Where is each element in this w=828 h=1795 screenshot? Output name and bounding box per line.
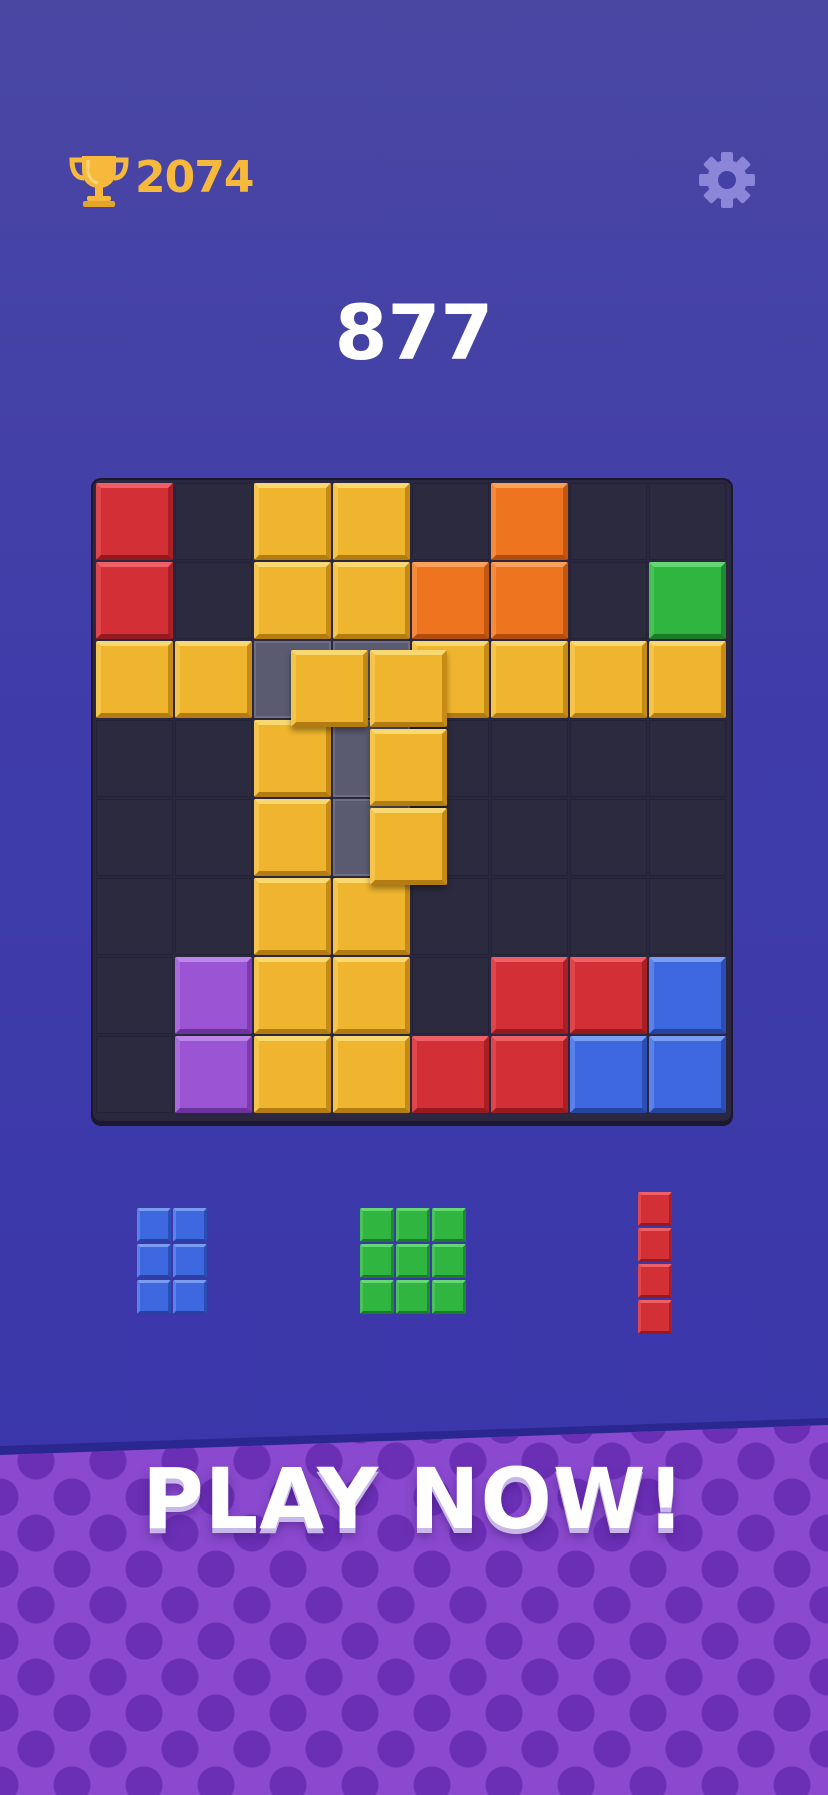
tray-piece-block	[432, 1280, 466, 1314]
tray-piece-block	[638, 1300, 672, 1334]
play-now-button[interactable]: PLAY NOW!	[0, 1450, 828, 1548]
trophy-icon	[69, 156, 129, 207]
tray-piece-block	[638, 1228, 672, 1262]
board-cell-yellow[interactable]	[254, 799, 331, 876]
board-cell-yellow[interactable]	[333, 483, 410, 560]
board-cell-yellow[interactable]	[175, 641, 252, 718]
tray-piece-block	[173, 1244, 207, 1278]
board-cell-yellow[interactable]	[333, 878, 410, 955]
tray-piece-block	[173, 1280, 207, 1314]
board-cell-yellow[interactable]	[254, 483, 331, 560]
tray-piece-block	[137, 1244, 171, 1278]
board-cell-yellow[interactable]	[491, 641, 568, 718]
board-cell-purple[interactable]	[175, 1036, 252, 1113]
board-cell-empty[interactable]	[175, 720, 252, 797]
board-cell-empty[interactable]	[96, 799, 173, 876]
board-cell-empty[interactable]	[649, 483, 726, 560]
board-cell-empty[interactable]	[412, 483, 489, 560]
board-cell-empty[interactable]	[175, 878, 252, 955]
tray-piece-block	[638, 1264, 672, 1298]
tray-piece-block	[432, 1208, 466, 1242]
board-cell-yellow[interactable]	[333, 1036, 410, 1113]
board-cell-red[interactable]	[96, 483, 173, 560]
board-cell-empty[interactable]	[570, 483, 647, 560]
board-cell-empty[interactable]	[649, 878, 726, 955]
board-cell-yellow[interactable]	[254, 720, 331, 797]
best-score: 2074	[135, 152, 254, 203]
board-cell-blue[interactable]	[649, 957, 726, 1034]
board-cell-empty[interactable]	[649, 720, 726, 797]
board-cell-red[interactable]	[96, 562, 173, 639]
board-cell-blue[interactable]	[570, 1036, 647, 1113]
board-cell-empty[interactable]	[649, 799, 726, 876]
board-cell-empty[interactable]	[570, 720, 647, 797]
board-cell-empty[interactable]	[175, 483, 252, 560]
tray-piece-block	[638, 1192, 672, 1226]
dragged-piece-block[interactable]	[370, 729, 447, 806]
tray-piece-block	[432, 1244, 466, 1278]
board-cell-empty[interactable]	[570, 562, 647, 639]
board-cell-yellow[interactable]	[333, 562, 410, 639]
board-cell-green[interactable]	[649, 562, 726, 639]
board-cell-empty[interactable]	[96, 878, 173, 955]
board-cell-yellow[interactable]	[254, 878, 331, 955]
board-cell-yellow[interactable]	[333, 957, 410, 1034]
board-cell-empty[interactable]	[570, 878, 647, 955]
board-cell-empty[interactable]	[491, 799, 568, 876]
board-cell-empty[interactable]	[96, 720, 173, 797]
board-cell-red[interactable]	[491, 1036, 568, 1113]
dragged-piece-block[interactable]	[370, 650, 447, 727]
board-cell-empty[interactable]	[570, 799, 647, 876]
board-cell-red[interactable]	[412, 1036, 489, 1113]
board-cell-blue[interactable]	[649, 1036, 726, 1113]
board-cell-red[interactable]	[491, 957, 568, 1034]
tray-piece-block	[396, 1244, 430, 1278]
board-cell-empty[interactable]	[491, 720, 568, 797]
board-cell-orange[interactable]	[412, 562, 489, 639]
board-cell-empty[interactable]	[491, 878, 568, 955]
dragged-piece-block[interactable]	[370, 808, 447, 885]
tray-piece-block	[396, 1280, 430, 1314]
gear-icon[interactable]	[697, 150, 757, 210]
board-cell-yellow[interactable]	[570, 641, 647, 718]
tray-piece-block	[360, 1280, 394, 1314]
tray-piece-block	[396, 1208, 430, 1242]
tray-piece-block	[360, 1208, 394, 1242]
tray-piece-block	[137, 1208, 171, 1242]
board-cell-orange[interactable]	[491, 483, 568, 560]
dragged-piece-block[interactable]	[291, 650, 368, 727]
tray-piece-block	[360, 1244, 394, 1278]
board-cell-empty[interactable]	[412, 878, 489, 955]
board-cell-empty[interactable]	[96, 957, 173, 1034]
board-cell-orange[interactable]	[491, 562, 568, 639]
board-cell-yellow[interactable]	[254, 562, 331, 639]
board-cell-purple[interactable]	[175, 957, 252, 1034]
board-cell-empty[interactable]	[175, 799, 252, 876]
board-cell-yellow[interactable]	[96, 641, 173, 718]
board-cell-yellow[interactable]	[254, 957, 331, 1034]
board-cell-red[interactable]	[570, 957, 647, 1034]
board-cell-empty[interactable]	[96, 1036, 173, 1113]
board-cell-yellow[interactable]	[649, 641, 726, 718]
board-cell-empty[interactable]	[175, 562, 252, 639]
board-cell-yellow[interactable]	[254, 1036, 331, 1113]
tray-piece-block	[173, 1208, 207, 1242]
board-cell-empty[interactable]	[412, 957, 489, 1034]
tray-piece-block	[137, 1280, 171, 1314]
current-score: 877	[334, 288, 494, 377]
